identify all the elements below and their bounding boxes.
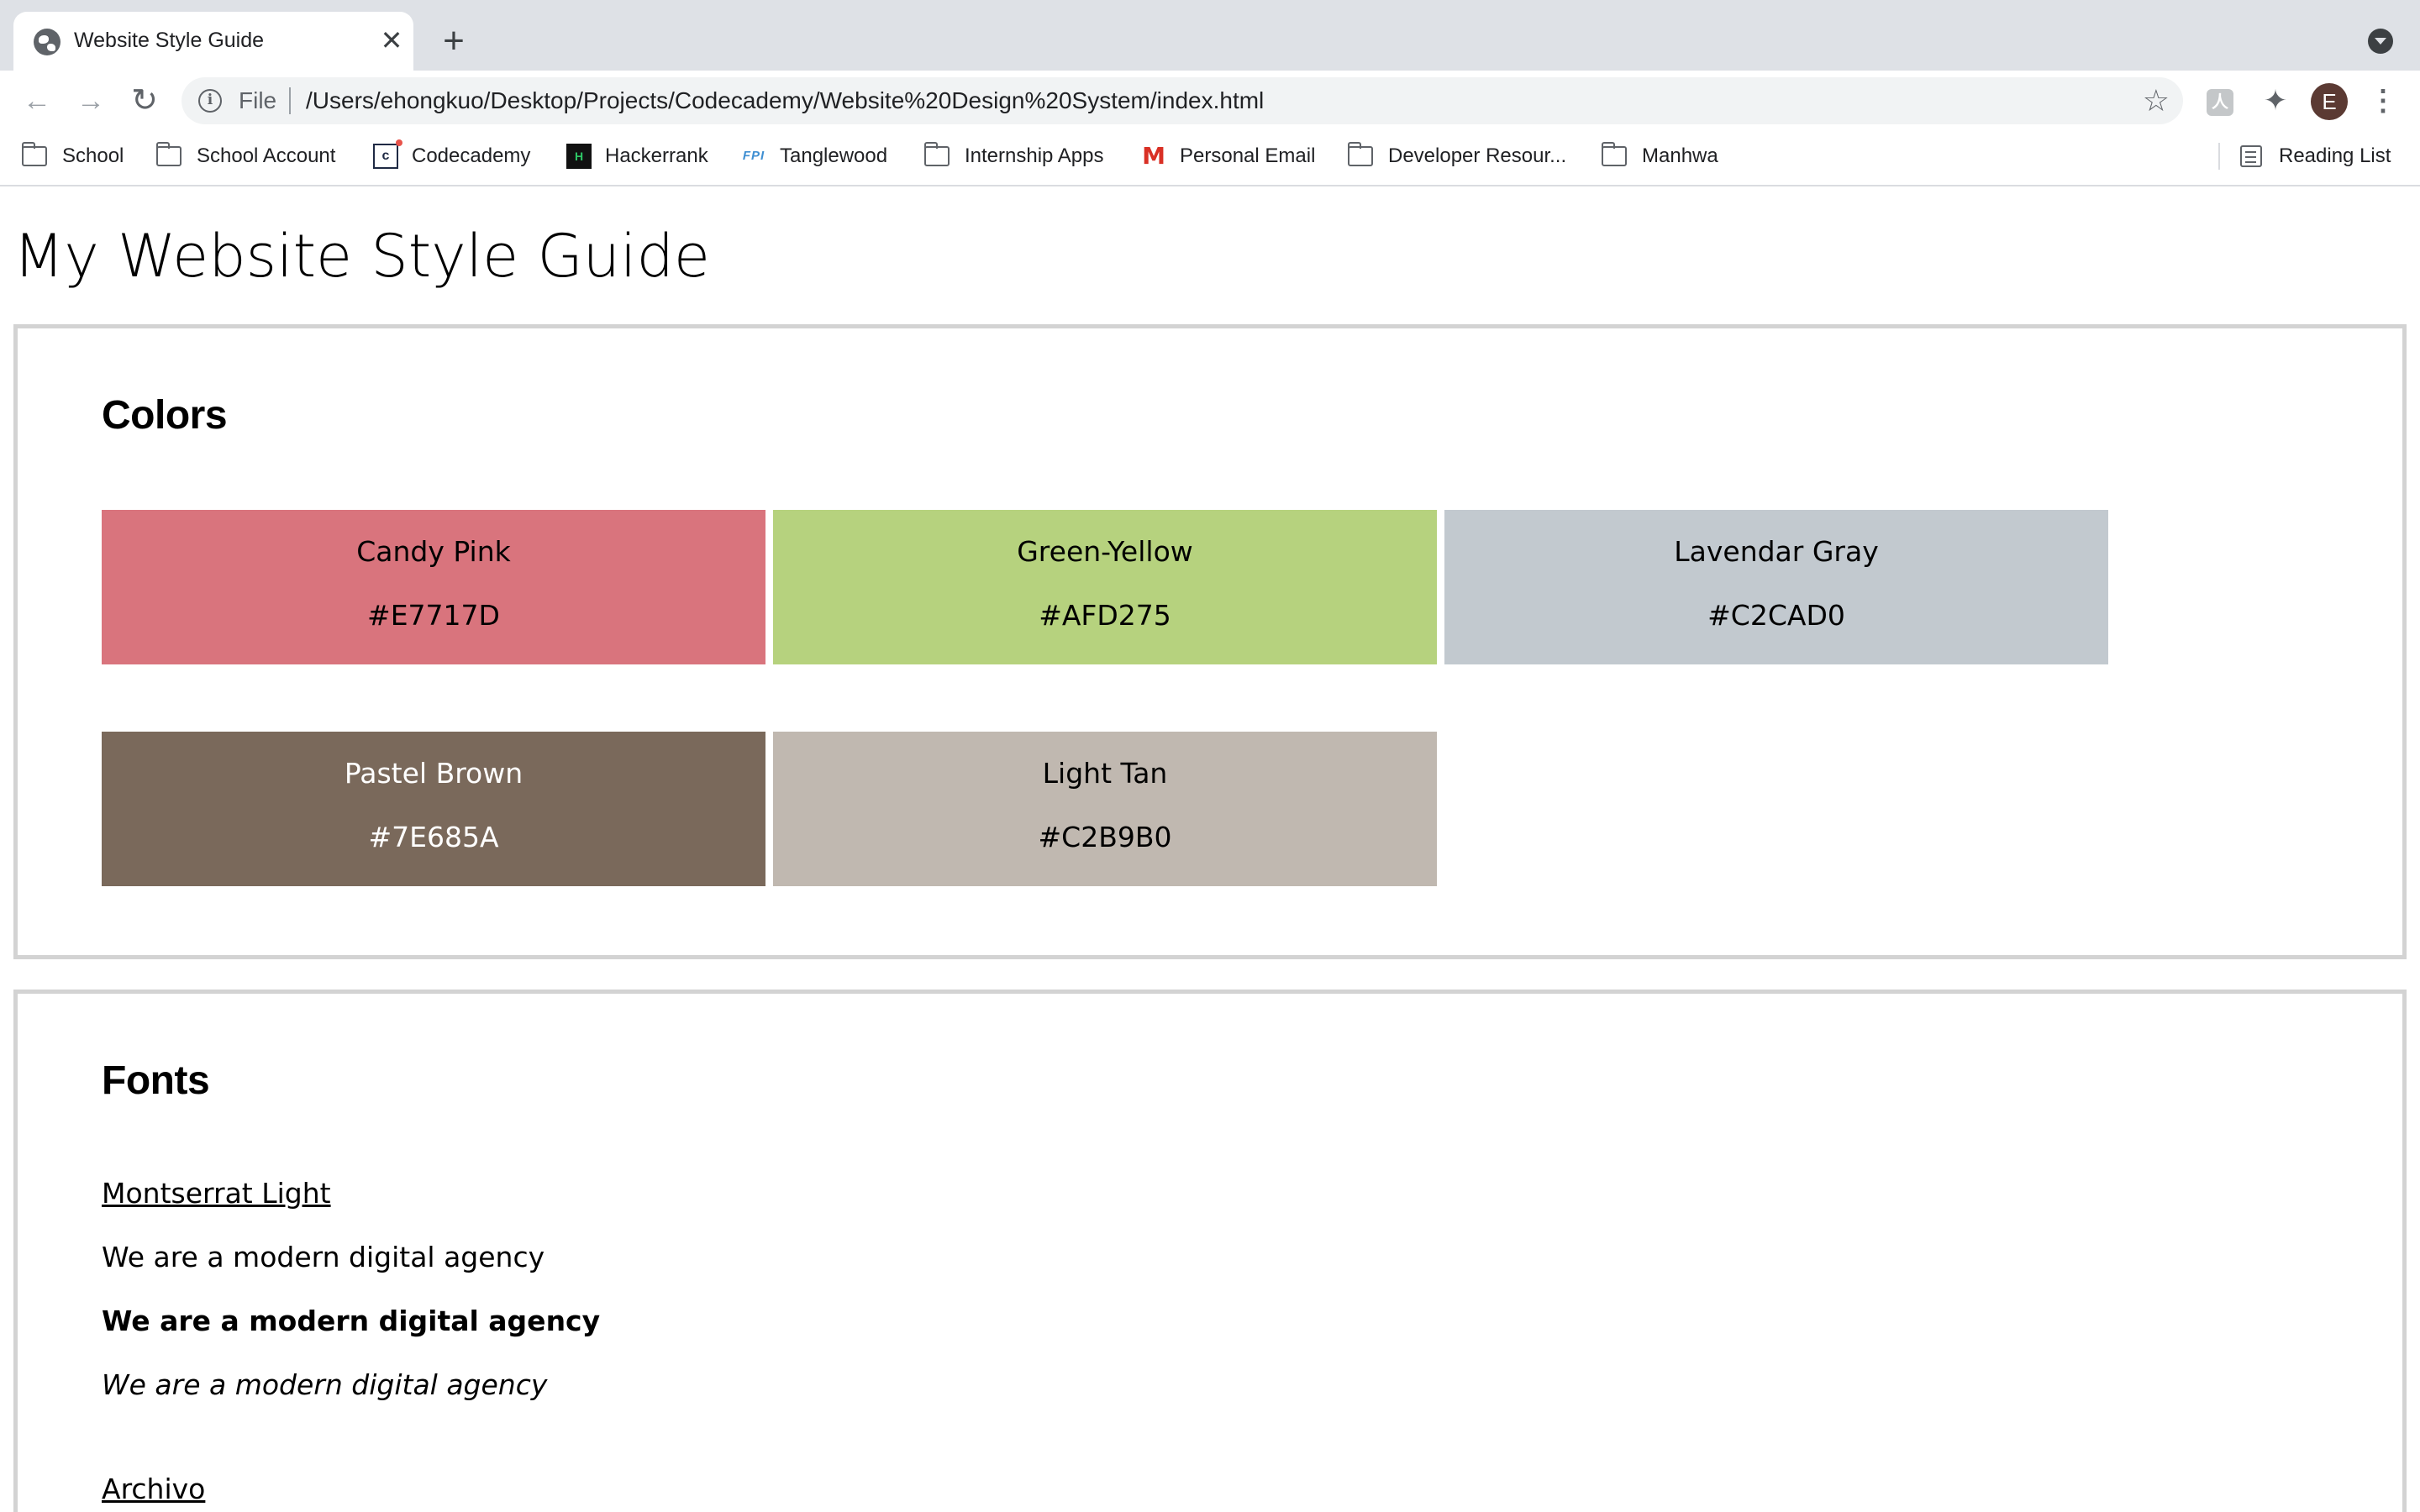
url-scheme: File xyxy=(239,87,277,113)
bookmark-school-account[interactable]: School Account xyxy=(156,131,335,181)
swatch-hex: #C2CAD0 xyxy=(1707,599,1845,632)
color-swatch: Lavendar Gray #C2CAD0 xyxy=(1444,510,2108,664)
colors-section: Colors Candy Pink #E7717D Green-Yellow #… xyxy=(13,324,2407,959)
bookmark-internship-apps[interactable]: Internship Apps xyxy=(924,131,1103,181)
bookmark-label: Personal Email xyxy=(1180,144,1316,167)
address-separator xyxy=(289,87,291,114)
back-arrow-icon[interactable]: ← xyxy=(17,81,57,121)
swatch-name: Lavendar Gray xyxy=(1674,535,1879,568)
bookmark-hackerrank[interactable]: H Hackerrank xyxy=(566,131,708,181)
bookmark-manhwa[interactable]: Manhwa xyxy=(1602,131,1718,181)
extensions-puzzle-icon[interactable]: ✦ xyxy=(2259,84,2292,118)
bookmark-label: Hackerrank xyxy=(605,144,708,167)
globe-icon xyxy=(34,29,60,55)
bookmark-tanglewood[interactable]: FPI Tanglewood xyxy=(741,131,887,181)
close-tab-button[interactable]: ✕ xyxy=(376,25,407,55)
swatch-hex: #AFD275 xyxy=(1039,599,1171,632)
colors-heading: Colors xyxy=(102,393,228,438)
swatch-hex: #C2B9B0 xyxy=(1038,821,1172,853)
reading-list-icon xyxy=(2240,145,2262,167)
bookmark-codecademy[interactable]: c Codecademy xyxy=(373,131,530,181)
font-family-name: Archivo xyxy=(102,1473,206,1505)
bookmark-label: Manhwa xyxy=(1642,144,1718,167)
color-swatch: Candy Pink #E7717D xyxy=(102,510,765,664)
color-swatch: Green-Yellow #AFD275 xyxy=(773,510,1437,664)
bookmark-label: Internship Apps xyxy=(965,144,1104,167)
swatch-hex: #7E685A xyxy=(368,821,499,853)
bookmarks-bar: School School Account c Codecademy H Hac… xyxy=(0,131,2420,186)
bookmark-label: School xyxy=(62,144,124,167)
menu-kebab-icon[interactable]: ⋮ xyxy=(2368,82,2398,119)
bookmark-developer-resources[interactable]: Developer Resour... xyxy=(1348,131,1566,181)
bookmark-star-icon[interactable]: ☆ xyxy=(2143,84,2170,118)
color-swatch: Light Tan #C2B9B0 xyxy=(773,732,1437,886)
tab-search-icon[interactable] xyxy=(2368,29,2393,54)
page-title: My Website Style Guide xyxy=(13,222,710,291)
font-family-name: Montserrat Light xyxy=(102,1177,331,1210)
reading-list-button[interactable]: Reading List xyxy=(2240,131,2391,181)
color-swatch: Pastel Brown #7E685A xyxy=(102,732,765,886)
profile-avatar[interactable]: E xyxy=(2311,83,2348,120)
bookmark-label: Tanglewood xyxy=(780,144,888,167)
address-bar[interactable]: i File /Users/ehongkuo/Desktop/Projects/… xyxy=(182,77,2183,124)
folder-icon xyxy=(1602,142,1627,166)
bookmark-personal-email[interactable]: M Personal Email xyxy=(1141,131,1315,181)
bookmark-label: Developer Resour... xyxy=(1388,144,1567,167)
new-tab-button[interactable]: + xyxy=(435,23,472,60)
folder-icon xyxy=(924,142,950,166)
font-sample-bold: We are a modern digital agency xyxy=(102,1305,601,1337)
swatch-name: Light Tan xyxy=(1042,757,1168,790)
hackerrank-icon: H xyxy=(566,144,592,169)
reload-icon[interactable]: ↻ xyxy=(124,81,165,121)
browser-toolbar: ← → ↻ i File /Users/ehongkuo/Desktop/Pro… xyxy=(0,71,2420,131)
url-text[interactable]: /Users/ehongkuo/Desktop/Projects/Codecad… xyxy=(306,87,1264,114)
swatch-name: Green-Yellow xyxy=(1017,535,1193,568)
extension-icon[interactable]: 人 xyxy=(2207,89,2233,116)
folder-icon xyxy=(1348,142,1373,166)
tab-strip: Website Style Guide ✕ + xyxy=(0,0,2420,71)
info-icon[interactable]: i xyxy=(198,89,222,113)
forward-arrow-icon[interactable]: → xyxy=(71,81,111,121)
font-sample-light: We are a modern digital agency xyxy=(102,1241,545,1273)
font-sample-italic: We are a modern digital agency xyxy=(102,1368,548,1401)
bookmark-school[interactable]: School xyxy=(22,131,124,181)
bookmark-label: School Account xyxy=(197,144,336,167)
page-content: My Website Style Guide Colors Candy Pink… xyxy=(0,188,2420,1512)
gmail-icon: M xyxy=(1142,142,1165,170)
codecademy-icon: c xyxy=(373,139,402,169)
fpi-icon: FPI xyxy=(742,149,765,163)
active-tab[interactable]: Website Style Guide ✕ xyxy=(13,12,413,71)
fonts-section: Fonts Montserrat Light We are a modern d… xyxy=(13,990,2407,1512)
fonts-heading: Fonts xyxy=(102,1058,210,1103)
bookmark-label: Codecademy xyxy=(412,144,531,167)
swatch-hex: #E7717D xyxy=(367,599,500,632)
bookmarks-separator xyxy=(2218,143,2220,170)
tab-title: Website Style Guide xyxy=(74,29,265,52)
reading-list-label: Reading List xyxy=(2279,144,2391,167)
swatch-name: Candy Pink xyxy=(356,535,511,568)
swatch-name: Pastel Brown xyxy=(344,757,523,790)
folder-icon xyxy=(156,142,182,166)
folder-icon xyxy=(22,142,47,166)
